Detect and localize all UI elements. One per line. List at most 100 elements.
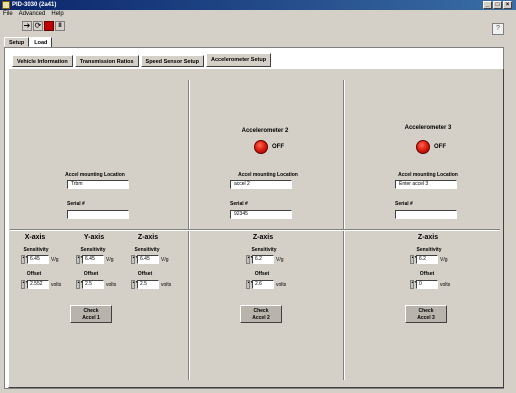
minimize-button[interactable]: _ — [483, 1, 492, 9]
accel2-title: Accelerometer 2 — [241, 128, 289, 134]
check-accel-1-button[interactable]: Check Accel 1 — [70, 305, 112, 323]
accel1-mounting-field[interactable]: Trbm — [67, 180, 129, 189]
spin-increment-decrement[interactable]: ▲▼ — [21, 280, 28, 289]
section-divider — [10, 229, 500, 231]
sensitivity-unit: V/g — [440, 256, 448, 263]
accel3-title: Accelerometer 3 — [404, 125, 452, 131]
window-title: PID-3030 (2a41) — [12, 2, 57, 8]
accel3-sensitivity-label: Sensitivity — [416, 247, 442, 253]
menu-advanced[interactable]: Advanced — [19, 10, 46, 19]
spin-increment-decrement[interactable]: ▲▼ — [246, 255, 253, 264]
accel3-offset-label: Offset — [419, 271, 435, 277]
maximize-button[interactable]: □ — [493, 1, 502, 9]
accel1-z-offset-label: Offset — [137, 271, 153, 277]
accel1-x-offset-label: Offset — [26, 271, 42, 277]
accel1-y-sensitivity-input[interactable]: 6.45 — [82, 255, 104, 264]
accel3-sensitivity-input[interactable]: 6.2 — [416, 255, 438, 264]
accel3-mounting-field[interactable]: Enter accel 3 — [395, 180, 457, 189]
accel2-offset-input[interactable]: 2.6 — [252, 280, 274, 289]
accel2-mounting-label: Accel mounting Location — [238, 172, 298, 178]
accel1-x-offset-control: ▲▼ 2.552 volts — [21, 280, 61, 289]
accel3-serial-label: Serial # — [395, 201, 413, 207]
app-icon — [2, 1, 10, 9]
close-button[interactable]: × — [503, 1, 512, 9]
sensitivity-unit: V/g — [106, 256, 114, 263]
accel1-z-sensitivity-control: ▲▼ 6.45 V/g — [131, 255, 169, 264]
abort-stop-icon[interactable] — [44, 21, 54, 31]
accel1-z-sensitivity-input[interactable]: 6.45 — [137, 255, 159, 264]
run-arrow-icon[interactable]: ➔ — [22, 21, 32, 31]
accel2-sensitivity-label: Sensitivity — [251, 247, 277, 253]
spin-increment-decrement[interactable]: ▲▼ — [76, 280, 83, 289]
tab-setup[interactable]: Setup — [4, 37, 30, 47]
accel1-mounting-label: Accel mounting Location — [65, 172, 125, 178]
spin-increment-decrement[interactable]: ▲▼ — [131, 255, 138, 264]
menu-file[interactable]: File — [3, 10, 13, 19]
accel3-status-label: OFF — [434, 144, 446, 150]
check-button-sublabel: Accel 3 — [417, 315, 435, 321]
accel1-z-sensitivity-label: Sensitivity — [134, 247, 160, 253]
menu-help[interactable]: Help — [51, 10, 63, 19]
offset-unit: volts — [161, 281, 172, 288]
check-button-sublabel: Accel 1 — [82, 315, 100, 321]
accel1-x-sensitivity-input[interactable]: 6.45 — [27, 255, 49, 264]
tab-accelerometer-setup[interactable]: Accelerometer Setup — [206, 53, 272, 67]
accel1-y-sensitivity-label: Sensitivity — [80, 247, 106, 253]
accel3-mounting-label: Accel mounting Location — [398, 172, 458, 178]
inner-tabs: Vehicle Information Transmission Ratios … — [12, 53, 272, 67]
run-continuous-icon[interactable]: ⟳ — [33, 21, 43, 31]
accel2-mounting-field[interactable]: accel 2 — [230, 180, 292, 189]
accel1-y-sensitivity-control: ▲▼ 6.45 V/g — [76, 255, 114, 264]
menu-bar: File Advanced Help — [0, 10, 516, 19]
accel2-serial-field[interactable]: 92345 — [230, 210, 292, 219]
accel1-z-axis-title: Z-axis — [137, 234, 159, 241]
check-button-label: Check — [253, 308, 269, 314]
sensitivity-unit: V/g — [161, 256, 169, 263]
context-help-icon[interactable]: ? — [492, 23, 504, 35]
accel1-x-offset-input[interactable]: 2.552 — [27, 280, 49, 289]
accel1-serial-label: Serial # — [67, 201, 85, 207]
accel1-x-sensitivity-label: Sensitivity — [23, 247, 49, 253]
check-accel-3-button[interactable]: Check Accel 3 — [405, 305, 447, 323]
accel2-offset-label: Offset — [254, 271, 270, 277]
accel3-z-axis-title: Z-axis — [417, 234, 439, 241]
tab-speed-sensor-setup[interactable]: Speed Sensor Setup — [140, 55, 205, 67]
check-button-label: Check — [418, 308, 434, 314]
accel2-sensitivity-input[interactable]: 6.2 — [252, 255, 274, 264]
offset-unit: volts — [276, 281, 287, 288]
pause-button[interactable]: II — [55, 21, 65, 31]
accel2-serial-label: Serial # — [230, 201, 248, 207]
accel3-serial-field[interactable] — [395, 210, 457, 219]
accel1-serial-field[interactable] — [67, 210, 129, 219]
accel1-y-offset-input[interactable]: 2.5 — [82, 280, 104, 289]
accel1-y-offset-control: ▲▼ 2.5 volts — [76, 280, 116, 289]
sensitivity-unit: V/g — [276, 256, 284, 263]
accel1-x-sensitivity-control: ▲▼ 6.45 V/g — [21, 255, 59, 264]
accel1-z-offset-input[interactable]: 2.5 — [137, 280, 159, 289]
offset-unit: volts — [440, 281, 451, 288]
check-button-label: Check — [83, 308, 99, 314]
check-button-sublabel: Accel 2 — [252, 315, 270, 321]
accel3-offset-input[interactable]: 0 — [416, 280, 438, 289]
toolbar: ➔ ⟳ II ? — [0, 19, 516, 35]
spin-increment-decrement[interactable]: ▲▼ — [76, 255, 83, 264]
spin-increment-decrement[interactable]: ▲▼ — [410, 255, 417, 264]
accel3-status-led — [416, 140, 430, 154]
tab-transmission-ratios[interactable]: Transmission Ratios — [74, 55, 139, 67]
spin-increment-decrement[interactable]: ▲▼ — [410, 280, 417, 289]
accel2-z-axis-title: Z-axis — [252, 234, 274, 241]
accelerometer-setup-panel — [8, 68, 504, 388]
accel1-y-axis-title: Y-axis — [83, 234, 105, 241]
sensitivity-unit: V/g — [51, 256, 59, 263]
spin-increment-decrement[interactable]: ▲▼ — [21, 255, 28, 264]
title-bar: PID-3030 (2a41) _ □ × — [0, 0, 516, 10]
spin-increment-decrement[interactable]: ▲▼ — [246, 280, 253, 289]
accel3-offset-control: ▲▼ 0 volts — [410, 280, 450, 289]
tab-vehicle-information[interactable]: Vehicle Information — [12, 55, 73, 67]
application-window: PID-3030 (2a41) _ □ × File Advanced Help… — [0, 0, 516, 393]
spin-increment-decrement[interactable]: ▲▼ — [131, 280, 138, 289]
check-accel-2-button[interactable]: Check Accel 2 — [240, 305, 282, 323]
accel3-sensitivity-control: ▲▼ 6.2 V/g — [410, 255, 448, 264]
accel1-y-offset-label: Offset — [83, 271, 99, 277]
accel2-offset-control: ▲▼ 2.6 volts — [246, 280, 286, 289]
